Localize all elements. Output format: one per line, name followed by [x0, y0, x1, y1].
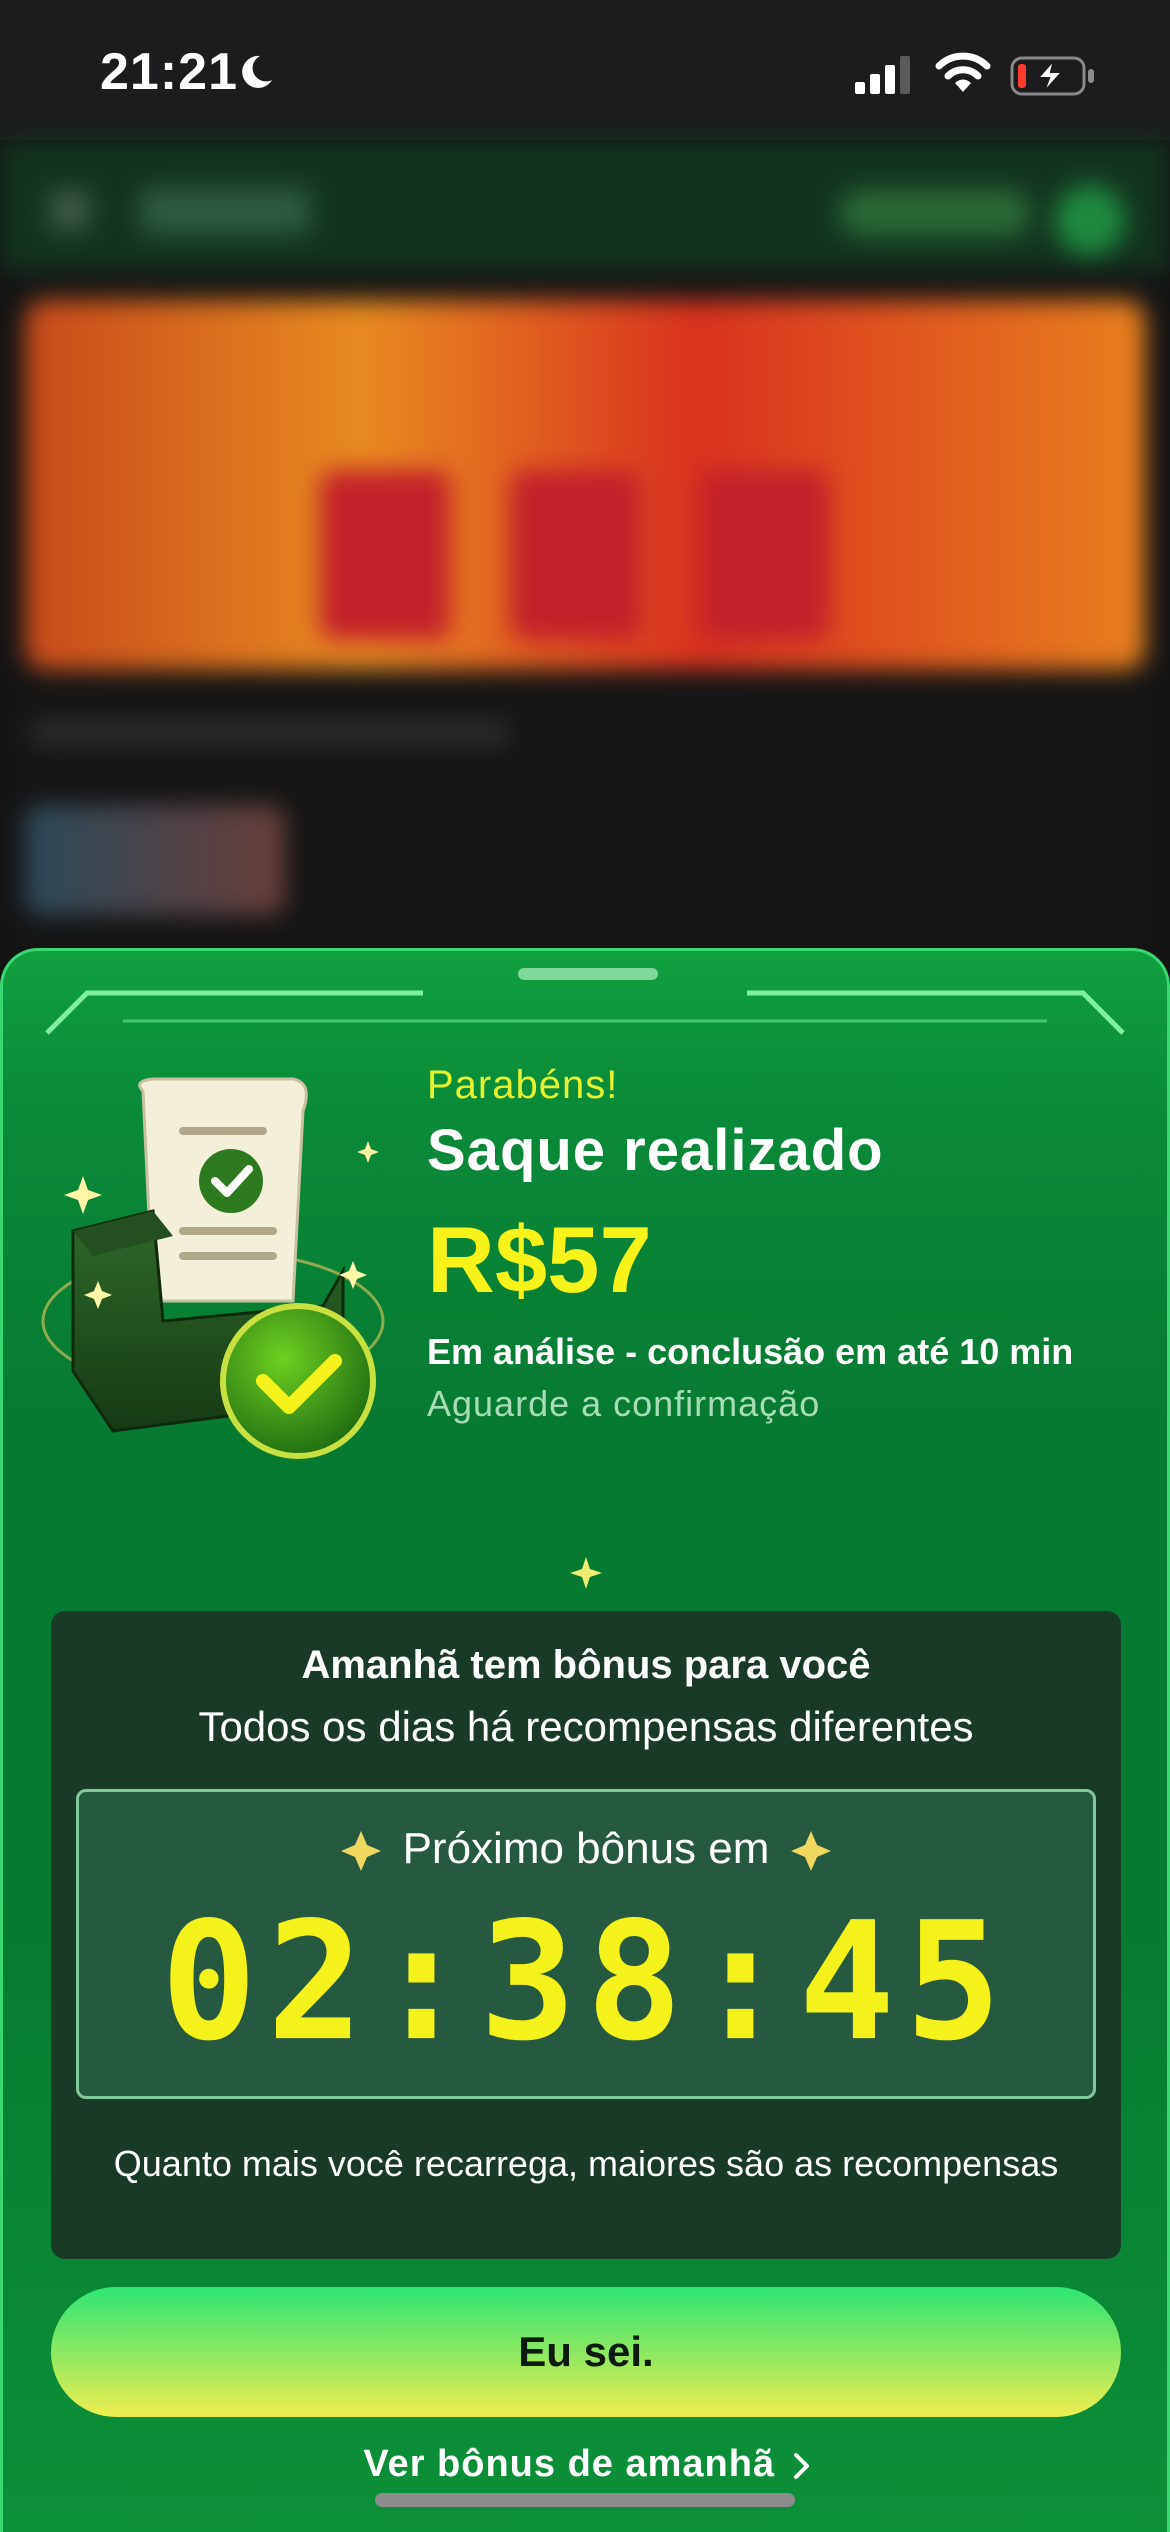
- screen: 21:21 Parabéns! Saque realizado R$57 Em …: [0, 0, 1170, 2532]
- bg-banner-tile: [700, 470, 830, 640]
- status-time: 21:21: [100, 43, 238, 101]
- bonus-title: Amanhã tem bônus para você: [301, 1643, 871, 1687]
- bg-header: [0, 140, 1170, 270]
- bg-avatar: [1055, 185, 1125, 255]
- withdrawal-success-sheet: Parabéns! Saque realizado R$57 Em anális…: [0, 948, 1170, 2532]
- countdown-timer: 02:38:45: [160, 1886, 1012, 2077]
- congrats-label: Parabéns!: [427, 1063, 619, 1107]
- sparkle-icon: [791, 1831, 832, 1872]
- bg-back-icon: [50, 190, 90, 230]
- chevron-right-icon: [793, 2452, 809, 2479]
- tomorrow-bonus-card: Amanhã tem bônus para você Todos os dias…: [51, 1611, 1121, 2259]
- sheet-frame-decoration: [45, 990, 1125, 1035]
- bg-banner-tile: [320, 470, 450, 640]
- bonus-note: Quanto mais você recarrega, maiores são …: [113, 2143, 1059, 2184]
- cellular-signal-icon: [855, 56, 910, 94]
- battery-charging-icon: [1010, 56, 1094, 96]
- background-app-blurred: [0, 140, 1170, 960]
- bonus-subtitle: Todos os dias há recompensas diferentes: [198, 1703, 974, 1750]
- moon-icon: [242, 55, 272, 88]
- sheet-title: Saque realizado: [427, 1118, 884, 1183]
- bg-title: [140, 188, 310, 234]
- bg-text-line: [30, 720, 510, 746]
- next-bonus-label: Próximo bônus em: [402, 1824, 770, 1873]
- view-tomorrow-bonus-label: Ver bônus de amanhã: [363, 2443, 776, 2485]
- view-tomorrow-bonus-link[interactable]: Ver bônus de amanhã: [3, 2443, 1167, 2486]
- bg-balance: [840, 190, 1030, 236]
- withdrawal-status: Em análise - conclusão em até 10 min: [427, 1331, 1074, 1372]
- acknowledge-button[interactable]: Eu sei.: [51, 2287, 1121, 2417]
- sparkle-icon: [340, 1831, 381, 1872]
- status-bar: 21:21: [0, 0, 1170, 140]
- bg-banner-tile: [510, 470, 640, 640]
- wifi-icon: [935, 52, 991, 92]
- sparkle-divider: [53, 1557, 1119, 1589]
- countdown-box: Próximo bônus em 02:38:45: [76, 1789, 1096, 2099]
- home-indicator[interactable]: [375, 2493, 795, 2507]
- next-bonus-row: Próximo bônus em: [79, 1824, 1093, 1874]
- withdrawal-amount: R$57: [427, 1207, 652, 1312]
- bg-card: [25, 805, 285, 915]
- withdrawal-subtext: Aguarde a confirmação: [427, 1383, 821, 1424]
- wallet-receipt-check-illustration: [41, 1077, 385, 1459]
